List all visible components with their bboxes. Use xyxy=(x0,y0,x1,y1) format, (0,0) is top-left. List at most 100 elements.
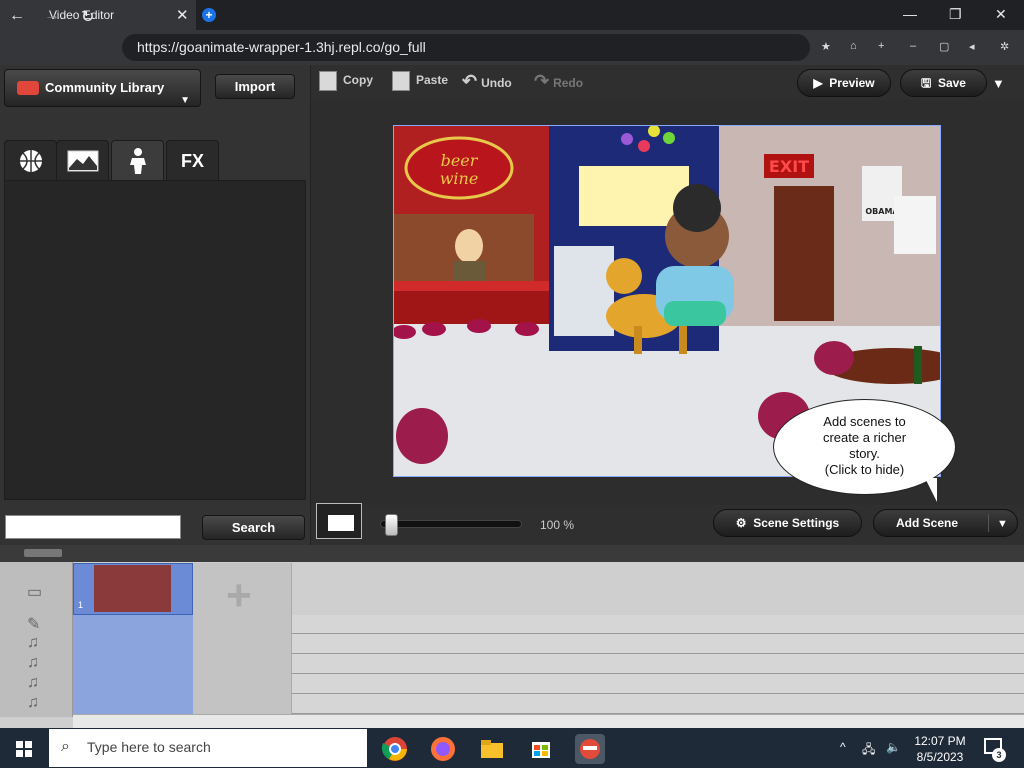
library-content-area[interactable] xyxy=(4,180,306,500)
settings-icon[interactable]: ✲ xyxy=(1000,40,1009,53)
reload-icon[interactable]: ↻ xyxy=(81,7,94,27)
redo-icon: ↷ xyxy=(534,71,550,91)
redo-label: Redo xyxy=(553,76,584,90)
notification-count: 3 xyxy=(992,748,1006,762)
tab-close-icon[interactable]: ✕ xyxy=(176,6,189,24)
new-tab-icon[interactable]: + xyxy=(202,8,216,22)
add-scene-divider xyxy=(988,514,989,532)
home-icon[interactable]: ⌂ xyxy=(850,40,857,52)
library-dropdown-label: Community Library xyxy=(45,80,165,95)
undo-icon: ↶ xyxy=(462,71,478,91)
tip-line-1: Add scenes to xyxy=(823,414,906,429)
beer-wine-sign-2: wine xyxy=(440,169,479,188)
voice-track-icon: ✎ xyxy=(27,616,41,633)
zoom-value: 100 % xyxy=(540,518,575,532)
timeline-zoom-handle[interactable] xyxy=(24,549,62,557)
firefox-icon[interactable] xyxy=(428,734,458,764)
windows-logo-icon xyxy=(16,741,32,757)
scene-number: 1 xyxy=(78,600,84,610)
redo-button[interactable]: ↷ Redo xyxy=(534,71,583,92)
character-icon xyxy=(129,148,146,174)
undo-button[interactable]: ↶ Undo xyxy=(462,71,512,92)
music-track-icon: ♫ xyxy=(27,674,39,691)
basketball-icon xyxy=(19,150,42,172)
disk-icon: 🖫 xyxy=(921,76,932,90)
library-search-input[interactable] xyxy=(5,515,181,539)
zoom-slider-track[interactable] xyxy=(380,520,522,528)
volume-icon[interactable]: ◂ xyxy=(969,40,975,53)
video-track-icon: ▭ xyxy=(27,584,43,601)
goanimate-app-icon[interactable] xyxy=(575,734,605,764)
clock-date: 8/5/2023 xyxy=(916,750,964,764)
scene-settings-button[interactable]: ⚙ Scene Settings xyxy=(713,509,862,537)
add-scene-label: Add Scene xyxy=(896,516,959,530)
landscape-icon xyxy=(67,150,98,172)
save-button[interactable]: 🖫 Save xyxy=(900,69,987,97)
minimize-icon[interactable]: — xyxy=(903,6,917,22)
beer-wine-sign: beer xyxy=(441,151,479,170)
zoom-slider-handle[interactable] xyxy=(385,514,398,536)
track-labels: ▭ ✎ ♫ ♫ ♫ ♫ xyxy=(0,562,73,717)
file-explorer-icon[interactable] xyxy=(477,734,507,764)
search-icon: ⌕ xyxy=(61,738,70,755)
scene-track-column[interactable] xyxy=(73,615,193,714)
preview-label: Preview xyxy=(829,76,875,90)
gear-icon: ⚙ xyxy=(735,516,747,530)
tip-line-2: create a richer xyxy=(822,430,907,445)
tab-backgrounds[interactable] xyxy=(56,140,109,180)
copy-icon xyxy=(319,71,337,91)
undo-label: Undo xyxy=(481,76,512,90)
back-icon[interactable]: ← xyxy=(9,7,25,25)
paste-button[interactable]: Paste xyxy=(392,71,448,91)
paste-icon xyxy=(392,71,410,91)
timeline-ruler xyxy=(0,545,1024,562)
music-track-icon: ♫ xyxy=(27,694,39,711)
taskbar-search-placeholder: Type here to search xyxy=(87,739,211,755)
address-bar[interactable]: https://goanimate-wrapper-1.3hj.repl.co/… xyxy=(122,34,810,61)
add-icon[interactable]: + xyxy=(878,40,884,52)
import-button[interactable]: Import xyxy=(215,74,295,99)
fit-view-icon xyxy=(328,515,354,531)
music-track-icon: ♫ xyxy=(27,654,39,671)
browser-tab[interactable]: Video Editor ✕ xyxy=(0,0,196,30)
tab-props[interactable] xyxy=(4,140,57,180)
network-icon[interactable]: 🖧 xyxy=(862,740,875,761)
tab-fx[interactable]: FX xyxy=(166,140,219,180)
tip-line-4: (Click to hide) xyxy=(824,462,905,477)
plus-icon: + xyxy=(226,571,252,620)
minimize-app-icon[interactable]: – xyxy=(910,40,916,52)
paste-label: Paste xyxy=(416,73,449,88)
close-window-icon[interactable]: ✕ xyxy=(995,6,1007,23)
scene-thumbnail[interactable] xyxy=(94,565,171,612)
forward-icon[interactable]: → xyxy=(44,7,60,25)
preview-button[interactable]: ▶ Preview xyxy=(797,69,891,97)
more-menu-icon[interactable]: ▼ xyxy=(992,76,1005,91)
search-button[interactable]: Search xyxy=(202,515,305,540)
scene-settings-label: Scene Settings xyxy=(753,516,840,530)
music-track-icon: ♫ xyxy=(27,634,39,651)
chrome-icon[interactable] xyxy=(380,734,410,764)
fit-view-toggle[interactable] xyxy=(316,503,362,539)
system-clock[interactable]: 12:07 PM 8/5/2023 xyxy=(910,733,970,765)
maximize-app-icon[interactable]: ▢ xyxy=(939,40,949,53)
show-hidden-icons-icon[interactable]: ^ xyxy=(840,740,846,754)
add-scene-dropdown-icon[interactable]: ▼ xyxy=(997,511,1008,537)
exit-sign: EXIT xyxy=(769,157,809,176)
store-icon[interactable] xyxy=(526,734,556,764)
community-library-dropdown[interactable]: Community Library ▼ xyxy=(4,69,201,107)
copy-button[interactable]: Copy xyxy=(319,71,373,91)
clock-time: 12:07 PM xyxy=(914,734,966,748)
copy-label: Copy xyxy=(343,73,373,88)
bookmark-star-icon[interactable]: ★ xyxy=(821,40,831,53)
add-scene-button[interactable]: Add Scene ▼ xyxy=(873,509,1018,537)
timeline-scrollbar[interactable] xyxy=(73,714,1024,728)
speaker-icon[interactable]: 🔈 xyxy=(886,740,901,754)
restore-icon[interactable]: ❐ xyxy=(949,6,962,23)
save-label: Save xyxy=(937,76,966,90)
play-icon: ▶ xyxy=(813,76,823,90)
tip-line-3: story. xyxy=(849,446,880,461)
tip-bubble-tail xyxy=(925,478,937,502)
library-logo-icon xyxy=(17,81,39,95)
taskbar-search[interactable]: ⌕ Type here to search xyxy=(49,729,367,767)
tab-characters[interactable] xyxy=(111,140,164,180)
